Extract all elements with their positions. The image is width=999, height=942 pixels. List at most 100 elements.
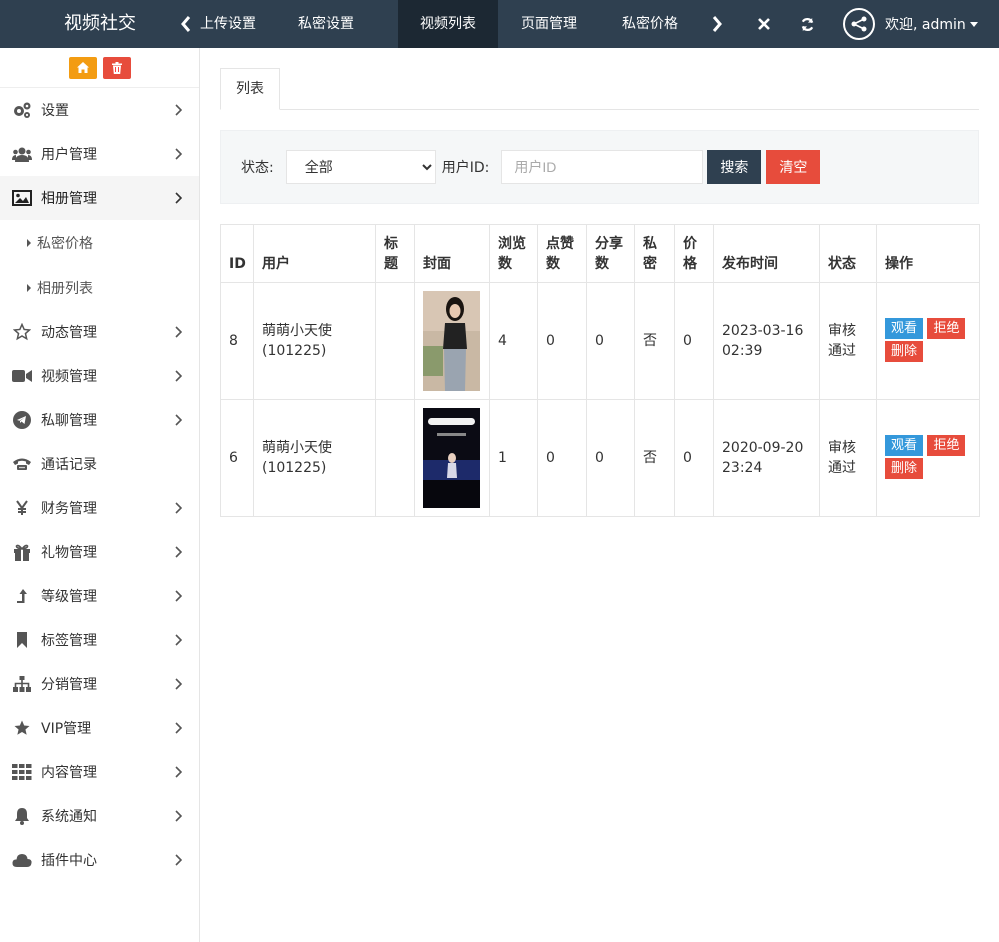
page-tabs: 上传设置 私密设置 视频列表 页面管理 私密价格 (196, 0, 700, 48)
column-header: 发布时间 (713, 224, 820, 283)
sidebar-item-label: 通话记录 (41, 457, 97, 473)
user-greeting: 欢迎, admin (885, 17, 966, 33)
cell-cover (414, 399, 490, 517)
sidebar-item-tags[interactable]: 标签管理 (0, 618, 199, 662)
cell-actions: 观看 拒绝 删除 (876, 399, 980, 517)
clear-cache-button[interactable] (102, 56, 131, 79)
trash-icon (111, 61, 122, 74)
delete-button[interactable]: 删除 (885, 341, 924, 362)
sidebar-item-videos[interactable]: 视频管理 (0, 354, 199, 398)
tab-private-price[interactable]: 私密价格 (600, 0, 700, 48)
search-button[interactable]: 搜索 (707, 150, 762, 184)
sitemap-icon (12, 674, 32, 694)
telegram-icon (12, 410, 32, 430)
chevron-right-icon (175, 810, 182, 822)
tab-page-management[interactable]: 页面管理 (498, 0, 600, 48)
cell-time: 2020-09-20 23:24 (713, 399, 820, 517)
status-label: 状态: (241, 160, 274, 176)
home-button[interactable] (68, 56, 97, 79)
sidebar-item-levels[interactable]: 等级管理 (0, 574, 199, 618)
cloud-icon (12, 850, 32, 870)
bookmark-icon (12, 630, 32, 650)
main-content: 列表 状态: 全部 用户ID: 搜索 清空 ID 用户 标题 封面 浏览数 点赞… (220, 48, 980, 517)
cell-likes: 0 (537, 282, 587, 400)
sidebar-subitem-album-list[interactable]: 相册列表 (0, 265, 199, 310)
caret-right-icon (27, 283, 31, 292)
phone-icon (12, 454, 32, 474)
close-tabs-button[interactable] (752, 0, 776, 48)
sidebar-subitem-private-price[interactable]: 私密价格 (0, 220, 199, 265)
reject-button[interactable]: 拒绝 (927, 318, 966, 339)
cell-price: 0 (674, 399, 714, 517)
tab-private-settings[interactable]: 私密设置 (298, 0, 398, 48)
sidebar-item-distribution[interactable]: 分销管理 (0, 662, 199, 706)
tab-video-list[interactable]: 视频列表 (398, 0, 498, 48)
chevron-right-icon (175, 766, 182, 778)
tab-upload-settings[interactable]: 上传设置 (196, 0, 298, 48)
watch-button[interactable]: 观看 (885, 318, 924, 339)
yen-icon (12, 498, 32, 518)
sidebar-item-albums[interactable]: 相册管理 (0, 176, 199, 220)
column-header: 状态 (819, 224, 877, 283)
table-row: 6 萌萌小天使(101225) 1 0 0 否 0 2020-09-20 23:… (220, 399, 980, 517)
column-header: 浏览数 (489, 224, 538, 283)
user-menu[interactable]: 欢迎, admin (843, 0, 978, 48)
tabs-next-button[interactable] (706, 0, 728, 48)
sidebar-item-plugins[interactable]: 插件中心 (0, 838, 199, 882)
sidebar-item-gifts[interactable]: 礼物管理 (0, 530, 199, 574)
star-outline-icon (12, 322, 32, 342)
caret-down-icon (969, 21, 978, 27)
caret-right-icon (27, 238, 31, 247)
cell-user: 萌萌小天使(101225) (253, 282, 376, 400)
cell-cover (414, 282, 490, 400)
sidebar-item-private-chat[interactable]: 私聊管理 (0, 398, 199, 442)
sidebar-item-label: 标签管理 (41, 633, 97, 649)
grid-icon (12, 762, 32, 782)
sidebar-item-label: 相册管理 (41, 191, 97, 207)
top-bar: 视频社交 上传设置 私密设置 视频列表 页面管理 私密价格 欢迎, admin (0, 0, 999, 48)
cell-views: 1 (489, 399, 538, 517)
cell-status: 审核通过 (819, 282, 877, 400)
userid-input[interactable] (501, 150, 704, 184)
avatar (843, 8, 875, 40)
cell-private: 否 (634, 282, 675, 400)
sidebar-item-label: 分销管理 (41, 677, 97, 693)
delete-button[interactable]: 删除 (885, 458, 924, 479)
sidebar-item-notifications[interactable]: 系统通知 (0, 794, 199, 838)
column-header: 操作 (876, 224, 980, 283)
level-up-icon (12, 586, 32, 606)
sidebar-item-call-records[interactable]: 通话记录 (0, 442, 199, 486)
chevron-right-icon (175, 854, 182, 866)
reject-button[interactable]: 拒绝 (927, 435, 966, 456)
sidebar-item-settings[interactable]: 设置 (0, 88, 199, 132)
sidebar-item-vip[interactable]: VIP管理 (0, 706, 199, 750)
chevron-right-icon (712, 16, 722, 32)
tab-list[interactable]: 列表 (220, 68, 280, 110)
sidebar-item-finance[interactable]: 财务管理 (0, 486, 199, 530)
video-camera-icon (12, 366, 32, 386)
sidebar-item-content[interactable]: 内容管理 (0, 750, 199, 794)
chevron-right-icon (175, 722, 182, 734)
watch-button[interactable]: 观看 (885, 435, 924, 456)
cover-thumbnail[interactable] (423, 408, 480, 508)
sidebar-subitem-label: 相册列表 (37, 280, 93, 297)
users-icon (12, 144, 32, 164)
chevron-right-icon (175, 370, 182, 382)
sidebar-item-label: 等级管理 (41, 589, 97, 605)
cell-id: 6 (220, 399, 254, 517)
sidebar-item-moments[interactable]: 动态管理 (0, 310, 199, 354)
sidebar-item-users[interactable]: 用户管理 (0, 132, 199, 176)
userid-label: 用户ID: (441, 160, 490, 176)
status-select[interactable]: 全部 (285, 150, 436, 184)
share-icon (851, 16, 867, 32)
tabs-prev-button[interactable] (178, 0, 194, 48)
chevron-right-icon (175, 326, 182, 338)
gears-icon (12, 100, 32, 120)
clear-button[interactable]: 清空 (766, 150, 821, 184)
refresh-button[interactable] (795, 0, 819, 48)
cell-time: 2023-03-16 02:39 (713, 282, 820, 400)
chevron-left-icon (181, 16, 191, 32)
sidebar: 设置 用户管理 相册管理 私密价格 相册列表 动态管理 视频管理 私聊管理 通话… (0, 48, 200, 942)
cover-thumbnail[interactable] (423, 291, 480, 391)
column-header: ID (220, 224, 254, 283)
